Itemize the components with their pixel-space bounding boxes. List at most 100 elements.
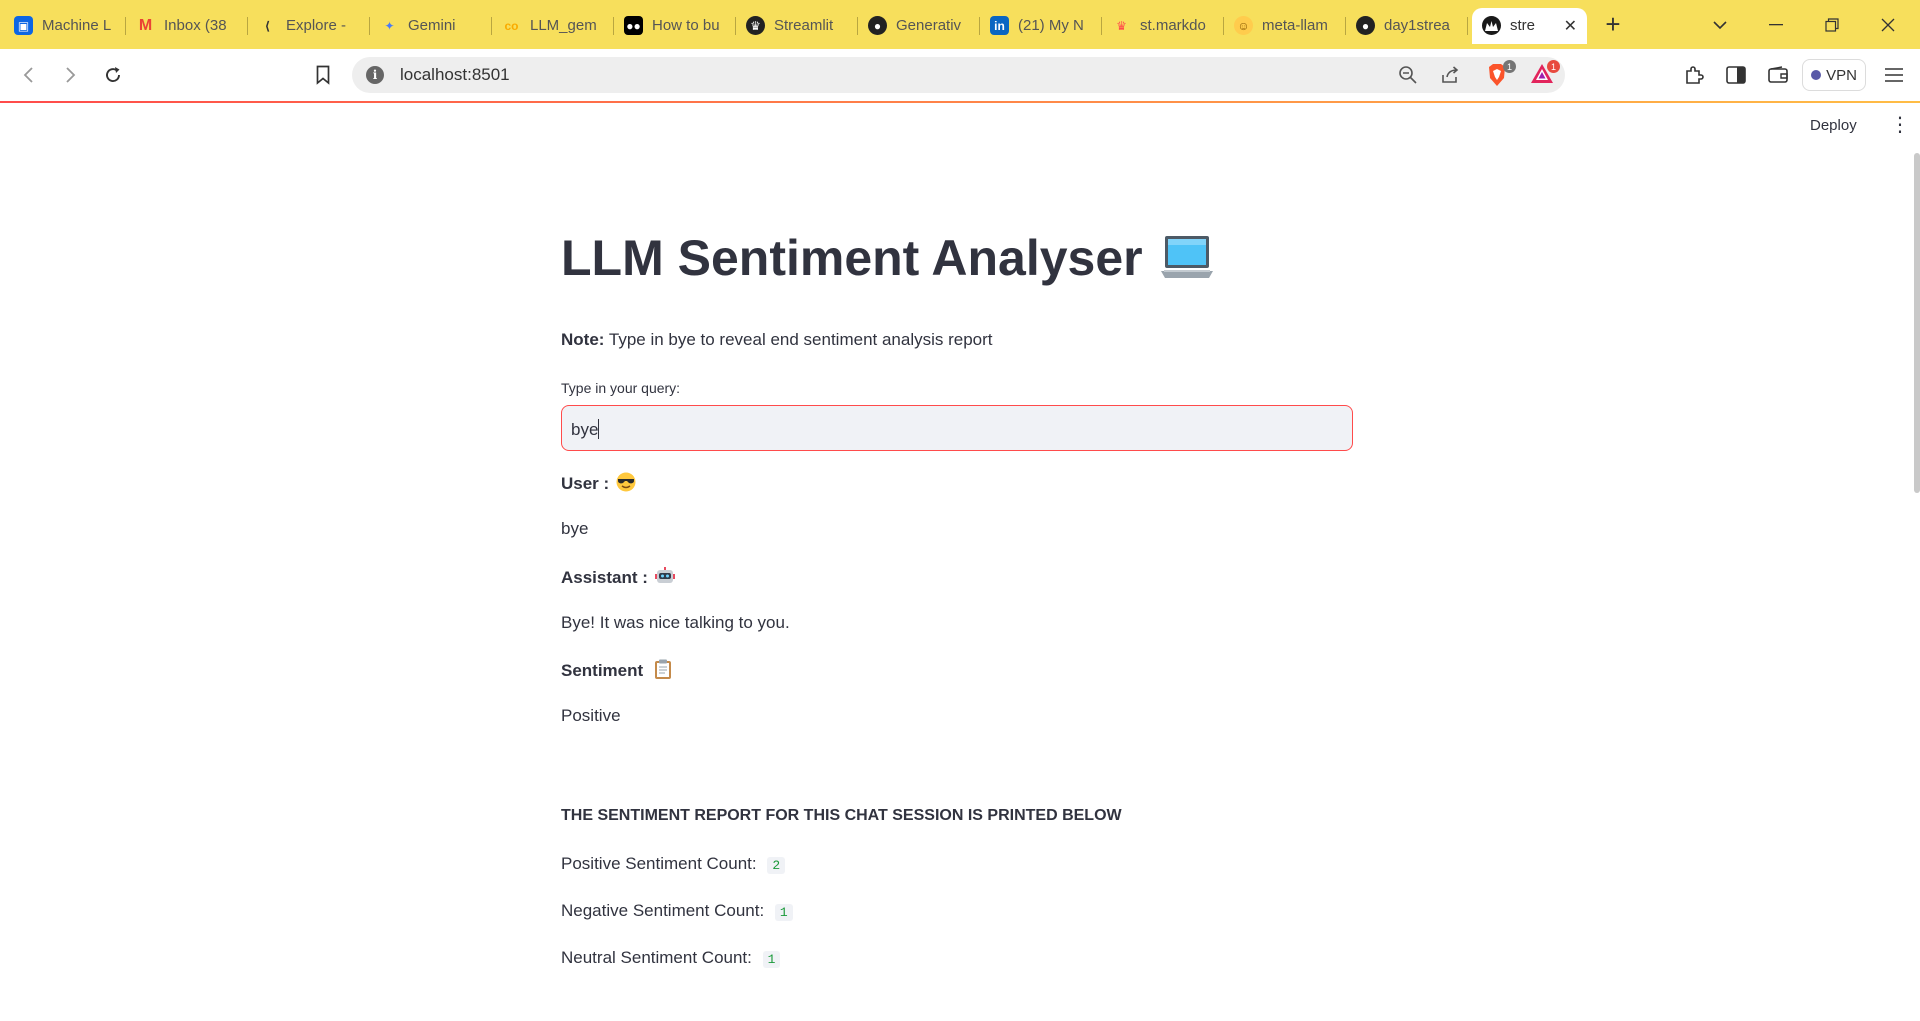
neutral-count-label: Neutral Sentiment Count: [561,948,752,967]
restore-button[interactable] [1804,0,1860,49]
page-title-text: LLM Sentiment Analyser [561,230,1143,286]
reload-button[interactable] [99,61,127,89]
url-text[interactable]: localhost:8501 [400,65,510,85]
tab-3[interactable]: ⟨ Explore - [248,8,370,44]
scrollbar[interactable] [1914,153,1920,493]
user-label-text: User : [561,474,610,493]
report-heading: THE SENTIMENT REPORT FOR THIS CHAT SESSI… [561,807,1122,824]
wallet-icon[interactable] [1764,61,1792,89]
tab-title: Machine L [42,17,112,34]
assistant-label-text: Assistant : [561,568,648,587]
note-text: Note: Type in bye to reveal end sentimen… [561,330,993,350]
tab-title: Explore - [286,17,347,34]
query-label: Type in your query: [561,380,681,396]
site-info-icon[interactable]: i [366,66,384,84]
tab-title: Gemini [408,17,456,34]
sentiment-value: Positive [561,706,621,725]
clipboard-icon [654,659,674,679]
positive-count-value: 2 [767,857,786,874]
streamlit-crown-icon: ♛ [1116,18,1127,33]
deploy-button[interactable]: Deploy [1810,117,1857,134]
main-menu-icon[interactable]: ⋮ [1890,115,1910,135]
page-title: LLM Sentiment Analyser [561,229,1213,287]
tab-6[interactable]: ●● How to bu [614,8,736,44]
assistant-message: Bye! It was nice talking to you. [561,613,790,632]
sunglasses-face-icon [616,472,636,492]
rewards-badge: 1 [1547,60,1560,73]
negative-count-label: Negative Sentiment Count: [561,901,765,920]
tab-search-icon[interactable] [1692,0,1748,49]
close-icon[interactable]: ✕ [1564,16,1577,36]
tab-10[interactable]: ♛ st.markdo [1102,8,1224,44]
text-caret [598,419,600,439]
brave-shields-icon[interactable]: 1 [1486,60,1516,87]
tab-7[interactable]: ♛ Streamlit [736,8,858,44]
tab-title: (21) My N [1018,17,1084,34]
linkedin-icon: in [990,16,1009,35]
neutral-count-value: 1 [762,951,781,968]
forward-button[interactable] [56,61,84,89]
gemini-icon: ✦ [384,18,395,33]
new-tab-button[interactable]: + [1593,7,1633,43]
tab-title: day1strea [1384,17,1450,34]
query-input[interactable]: bye [561,405,1353,451]
assistant-label: Assistant : [561,566,675,588]
tab-8[interactable]: ● Generativ [858,8,980,44]
streamlit-page: Deploy ⋮ LLM Sentiment Analyser Note: Ty… [0,101,1920,1021]
robot-icon [654,566,675,586]
huggingface-icon: ☺ [1234,16,1253,35]
close-window-button[interactable] [1860,0,1916,49]
tab-title: meta-llam [1262,17,1328,34]
tab-9[interactable]: in (21) My N [980,8,1102,44]
brave-rewards-icon[interactable]: 1 [1530,60,1560,87]
vpn-status-icon [1811,70,1822,80]
tab-1[interactable]: ▣ Machine L [4,8,126,44]
share-icon[interactable] [1438,63,1462,87]
tab-5[interactable]: co LLM_gem [492,8,614,44]
tab-2[interactable]: M Inbox (38 [126,8,248,44]
gmail-icon: M [138,16,153,34]
tab-title: How to bu [652,17,720,34]
bookmark-icon[interactable] [309,61,337,89]
browser-toolbar: i localhost:8501 1 1 VPN [0,49,1920,101]
neutral-count-row: Neutral Sentiment Count: 1 [561,948,781,968]
positive-count-row: Positive Sentiment Count: 2 [561,854,786,874]
negative-count-row: Negative Sentiment Count: 1 [561,901,793,921]
positive-count-label: Positive Sentiment Count: [561,854,757,873]
streamlit-icon: ♛ [746,16,765,35]
address-bar[interactable]: i localhost:8501 1 1 [352,57,1565,93]
note-body: Type in bye to reveal end sentiment anal… [604,330,993,349]
extensions-icon[interactable] [1680,61,1708,89]
zoom-icon[interactable] [1396,63,1420,87]
sentiment-label: Sentiment [561,659,674,681]
header-decoration [0,101,1920,103]
tab-11[interactable]: ☺ meta-llam [1224,8,1346,44]
github-icon: ● [868,16,887,35]
negative-count-value: 1 [774,904,793,921]
shields-badge: 1 [1503,60,1516,73]
back-button[interactable] [15,61,43,89]
query-input-value: bye [571,420,599,439]
vpn-button[interactable]: VPN [1802,59,1866,91]
tab-title: stre [1510,17,1536,34]
user-label: User : [561,472,636,494]
tab-active[interactable]: stre ✕ [1472,7,1587,44]
streamlit-icon [1482,16,1501,35]
github-icon: ● [1356,16,1375,35]
trello-icon: ▣ [14,16,33,35]
tab-title: Inbox (38 [164,17,227,34]
medium-icon: ●● [624,16,643,35]
tab-title: Streamlit [774,17,834,34]
laptop-icon [1160,234,1213,282]
colab-icon: co [504,18,519,33]
menu-icon[interactable] [1880,61,1908,89]
note-label: Note: [561,330,605,349]
tab-title: st.markdo [1140,17,1206,34]
tab-12[interactable]: ● day1strea [1346,8,1468,44]
sidebar-icon[interactable] [1722,61,1750,89]
sentiment-label-text: Sentiment [561,661,644,680]
minimize-button[interactable] [1748,0,1804,49]
tab-4[interactable]: ✦ Gemini [370,8,492,44]
vpn-label: VPN [1826,66,1857,84]
user-message: bye [561,519,589,538]
